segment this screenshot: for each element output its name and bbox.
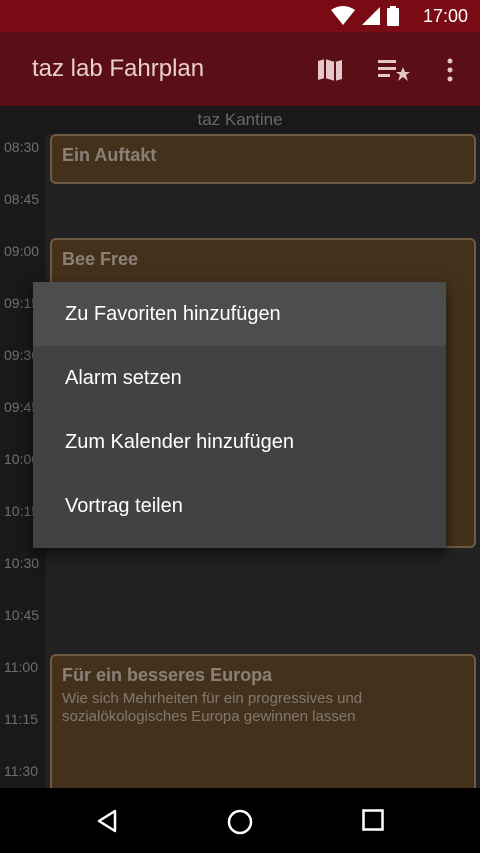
navigation-bar [0,788,480,853]
app-title: taz lab Fahrplan [32,55,205,82]
recents-button[interactable] [349,800,397,842]
menu-item-add-calendar[interactable]: Zum Kalender hinzufügen [33,410,446,474]
status-bar: 17:00 [0,0,480,32]
menu-item-add-favorite[interactable]: Zu Favoriten hinzufügen [33,282,446,346]
back-button[interactable] [83,800,131,842]
map-icon [318,59,342,81]
signal-icon [361,7,380,25]
favorites-list-button[interactable] [374,50,414,90]
overflow-menu-icon [447,58,453,82]
battery-icon [387,6,399,26]
status-time: 17:00 [422,6,468,26]
app-bar: taz lab Fahrplan [0,32,480,106]
back-icon [97,809,117,833]
starred-list-icon [378,60,410,81]
home-button[interactable] [216,800,264,842]
home-icon [227,809,253,835]
recents-icon [362,809,384,831]
wifi-icon [331,6,356,25]
menu-item-share-talk[interactable]: Vortrag teilen [33,474,446,538]
overflow-menu-button[interactable] [430,50,470,90]
menu-item-set-alarm[interactable]: Alarm setzen [33,346,446,410]
context-menu: Zu Favoriten hinzufügen Alarm setzen Zum… [33,282,446,548]
map-button[interactable] [310,50,350,90]
status-icons [331,6,400,26]
